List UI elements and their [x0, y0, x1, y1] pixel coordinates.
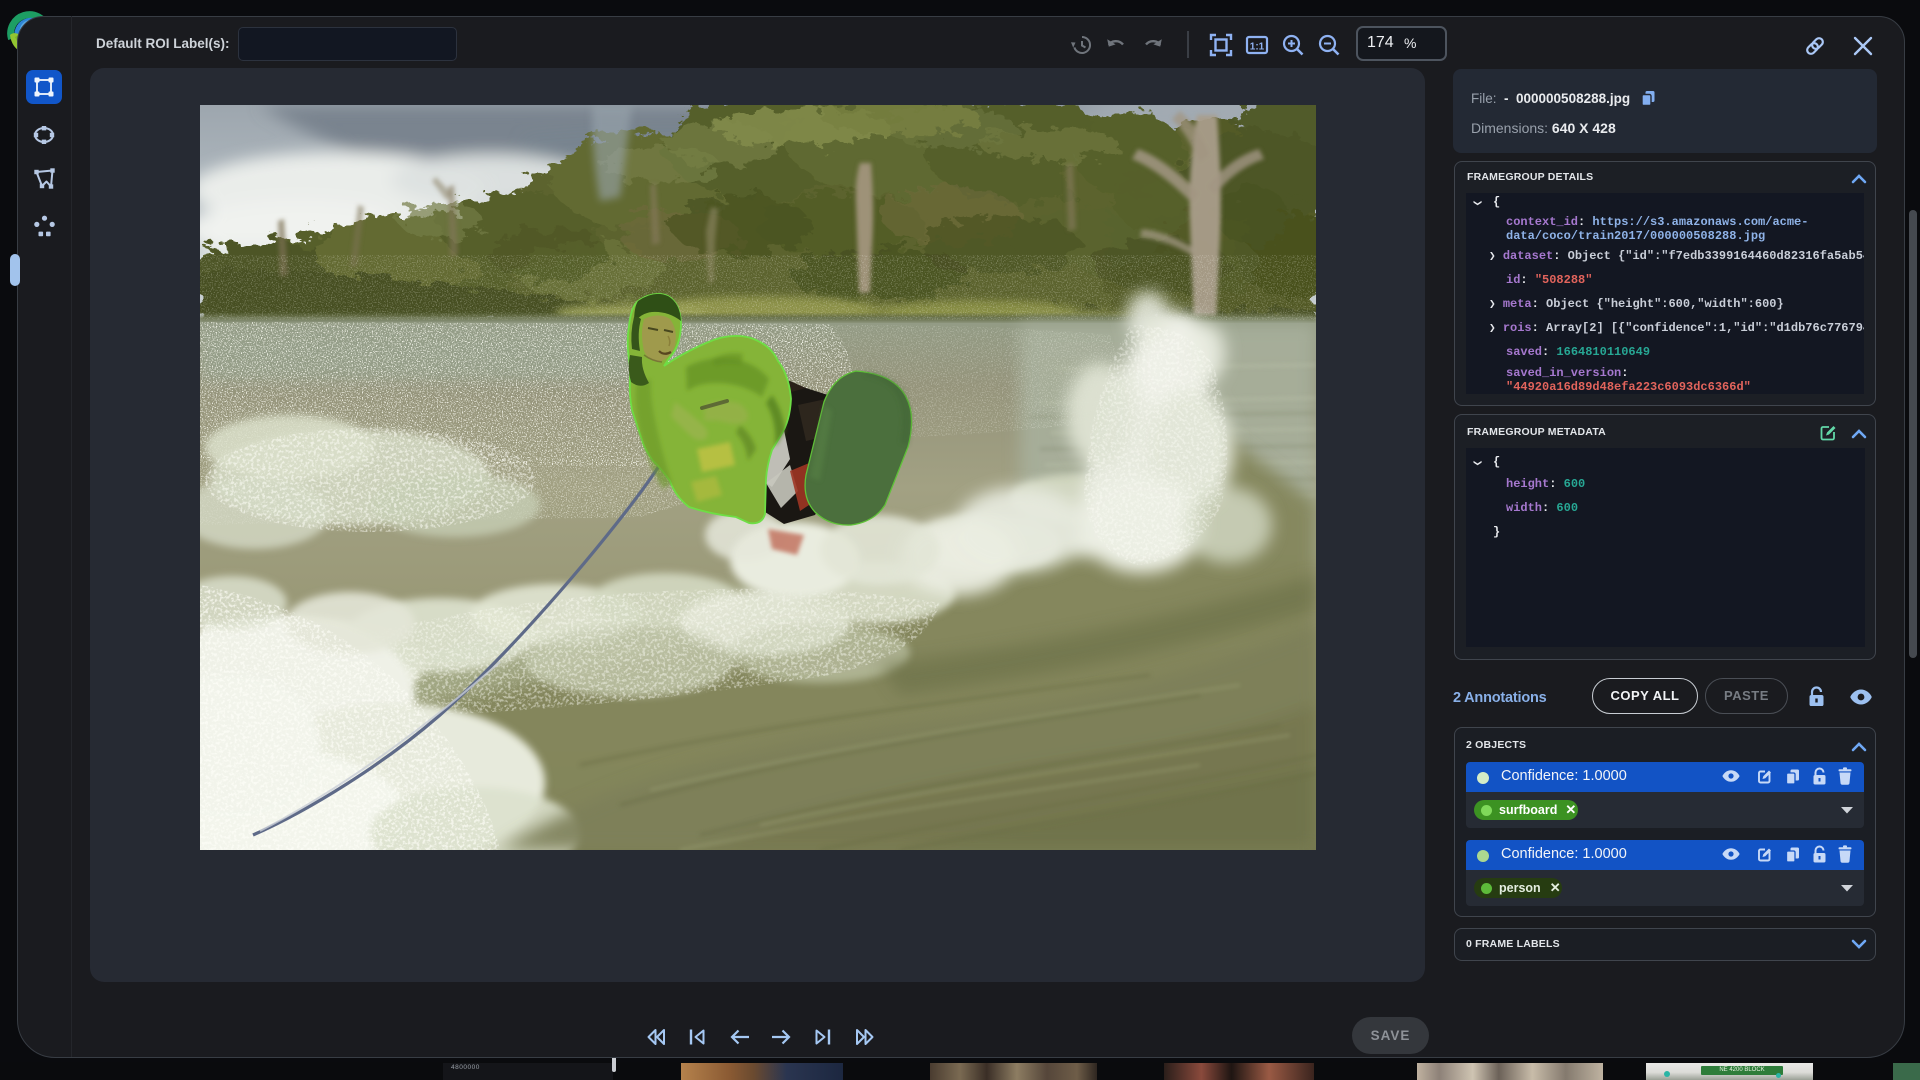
svg-text:1:1: 1:1	[1250, 42, 1265, 53]
